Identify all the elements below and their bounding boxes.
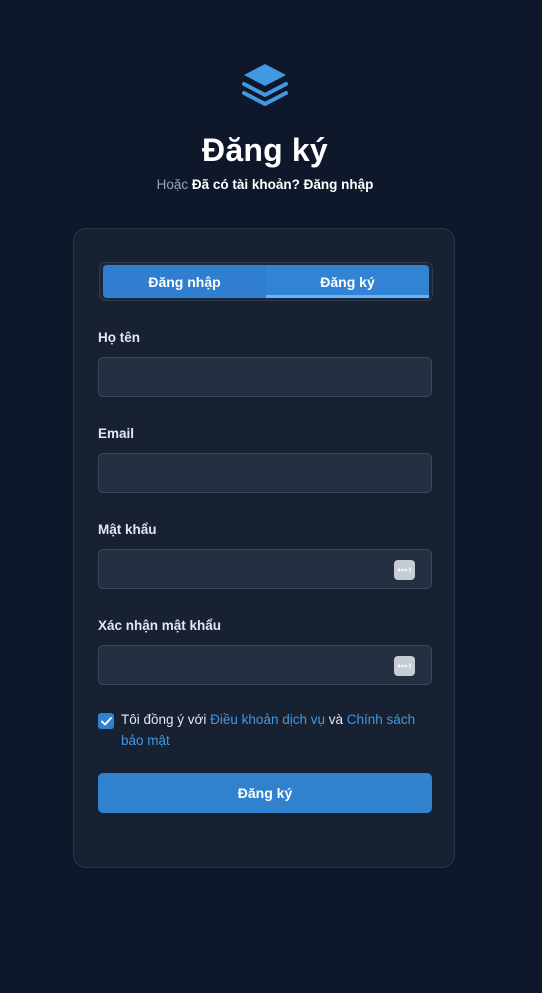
terms-checkbox[interactable] — [98, 713, 114, 729]
tab-register[interactable]: Đăng ký — [266, 265, 429, 298]
terms-row: Tôi đồng ý với Điều khoản dịch vụ và Chí… — [98, 709, 432, 751]
terms-text: Tôi đồng ý với Điều khoản dịch vụ và Chí… — [121, 709, 432, 751]
terms-prefix: Tôi đồng ý với — [121, 712, 207, 727]
register-card: Đăng nhập Đăng ký Họ tên Email Mật khẩu … — [73, 228, 455, 868]
fullname-label: Họ tên — [98, 330, 140, 345]
page-subtitle: Hoặc Đã có tài khoản? Đăng nhập — [0, 176, 530, 194]
email-label: Email — [98, 426, 135, 441]
subtitle-prefix: Hoặc — [156, 177, 189, 192]
terms-conjunction: và — [328, 712, 344, 727]
confirm-password-label: Xác nhận mật khẩu — [98, 618, 222, 633]
register-button[interactable]: Đăng ký — [98, 773, 432, 813]
password-dots-icon[interactable] — [394, 560, 415, 580]
email-field-wrapper — [98, 453, 432, 493]
fullname-field-wrapper — [98, 357, 432, 397]
page-title: Đăng ký — [202, 132, 328, 168]
tab-login[interactable]: Đăng nhập — [103, 265, 266, 298]
confirm-password-field[interactable] — [99, 646, 431, 684]
password-label: Mật khẩu — [98, 522, 157, 537]
terms-of-service-link[interactable]: Điều khoản dịch vụ — [210, 712, 325, 727]
checkmark-icon — [100, 716, 112, 725]
password-field[interactable] — [99, 550, 431, 588]
auth-tabs: Đăng nhập Đăng ký — [99, 262, 433, 301]
email-field[interactable] — [99, 454, 431, 492]
fullname-field[interactable] — [99, 358, 431, 396]
login-link[interactable]: Đã có tài khoản? Đăng nhập — [192, 177, 374, 192]
layers-icon — [242, 64, 288, 106]
password-dots-icon[interactable] — [394, 656, 415, 676]
password-field-wrapper — [98, 549, 432, 589]
confirm-password-field-wrapper — [98, 645, 432, 685]
